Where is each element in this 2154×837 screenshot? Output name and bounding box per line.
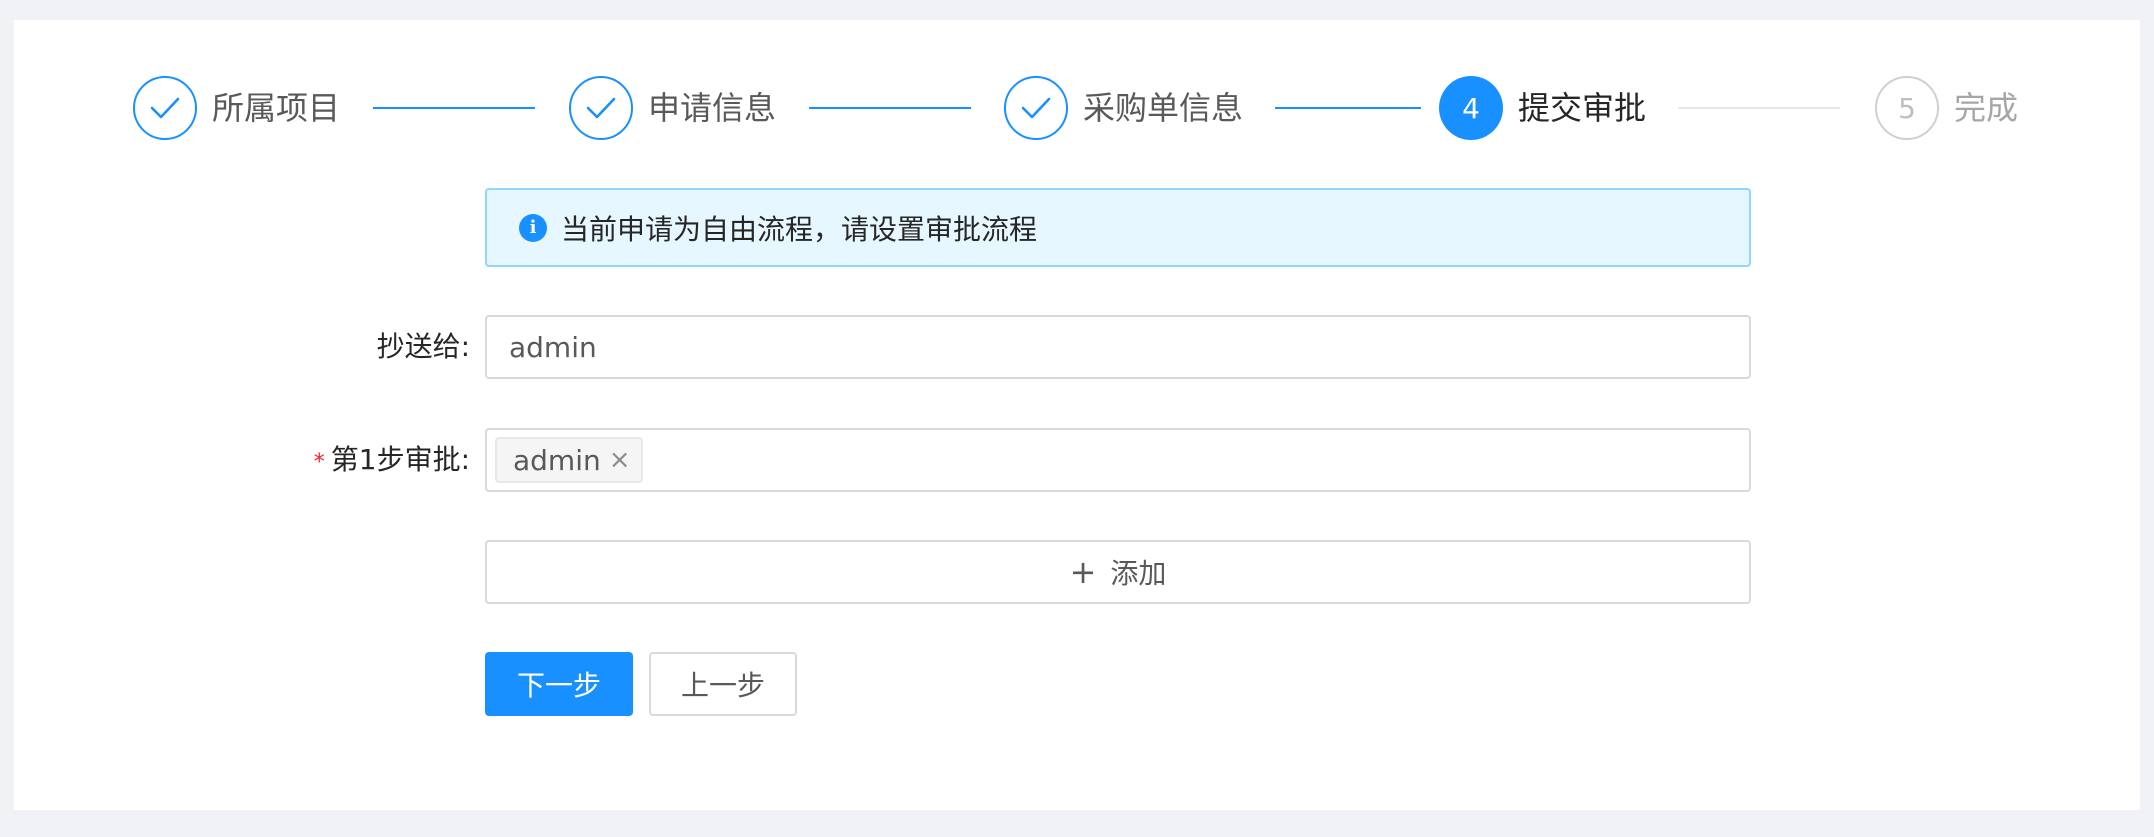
steps-bar: 所属项目 申请信息 采购单信息 4 提交审批 5 完成 (14, 20, 2140, 200)
step-5-title: 完成 (1954, 89, 2019, 127)
step-2: 申请信息 (569, 76, 776, 140)
step-5: 5 完成 (1875, 76, 2018, 140)
step-4-number: 4 (1439, 76, 1503, 140)
step-2-title: 申请信息 (648, 89, 777, 127)
cc-input[interactable] (487, 329, 1749, 365)
plus-icon: + (1069, 553, 1097, 591)
step1-approval-row: * 第1步审批: admin × (14, 428, 2140, 492)
check-icon (569, 76, 633, 140)
check-icon (133, 76, 197, 140)
step-connector-2 (809, 107, 971, 109)
main-card: 所属项目 申请信息 采购单信息 4 提交审批 5 完成 i 当前申请为自由流程，… (14, 20, 2140, 810)
add-step-label: 添加 (1110, 557, 1167, 590)
prev-step-button[interactable]: 上一步 (649, 652, 797, 716)
step-connector-3 (1275, 107, 1421, 109)
alert-message: 当前申请为自由流程，请设置审批流程 (561, 212, 1038, 246)
step-4: 4 提交审批 (1439, 76, 1646, 140)
info-alert: i 当前申请为自由流程，请设置审批流程 (485, 188, 1751, 267)
step-connector-4 (1678, 107, 1840, 109)
info-icon: i (519, 213, 547, 242)
step-5-number: 5 (1875, 76, 1939, 140)
step-3: 采购单信息 (1004, 76, 1243, 140)
step1-approval-select[interactable]: admin × (485, 428, 1751, 492)
required-mark: * (313, 450, 325, 475)
cc-field[interactable] (485, 315, 1751, 379)
approver-tag-text: admin (513, 443, 601, 477)
next-step-button[interactable]: 下一步 (485, 652, 633, 716)
step-1-title: 所属项目 (212, 89, 341, 127)
check-icon (1004, 76, 1068, 140)
step1-approval-label: * 第1步审批: (314, 428, 470, 492)
add-step-button[interactable]: + 添加 (485, 540, 1751, 604)
close-icon[interactable]: × (609, 445, 631, 475)
step-4-title: 提交审批 (1518, 89, 1647, 127)
step1-approval-label-text: 第1步审批: (330, 443, 470, 476)
step-3-title: 采购单信息 (1083, 89, 1244, 127)
cc-label: 抄送给: (376, 330, 470, 363)
cc-row: 抄送给: (14, 315, 2140, 379)
approver-tag: admin × (495, 437, 643, 483)
step-connector-1 (373, 107, 535, 109)
step-1: 所属项目 (133, 76, 340, 140)
